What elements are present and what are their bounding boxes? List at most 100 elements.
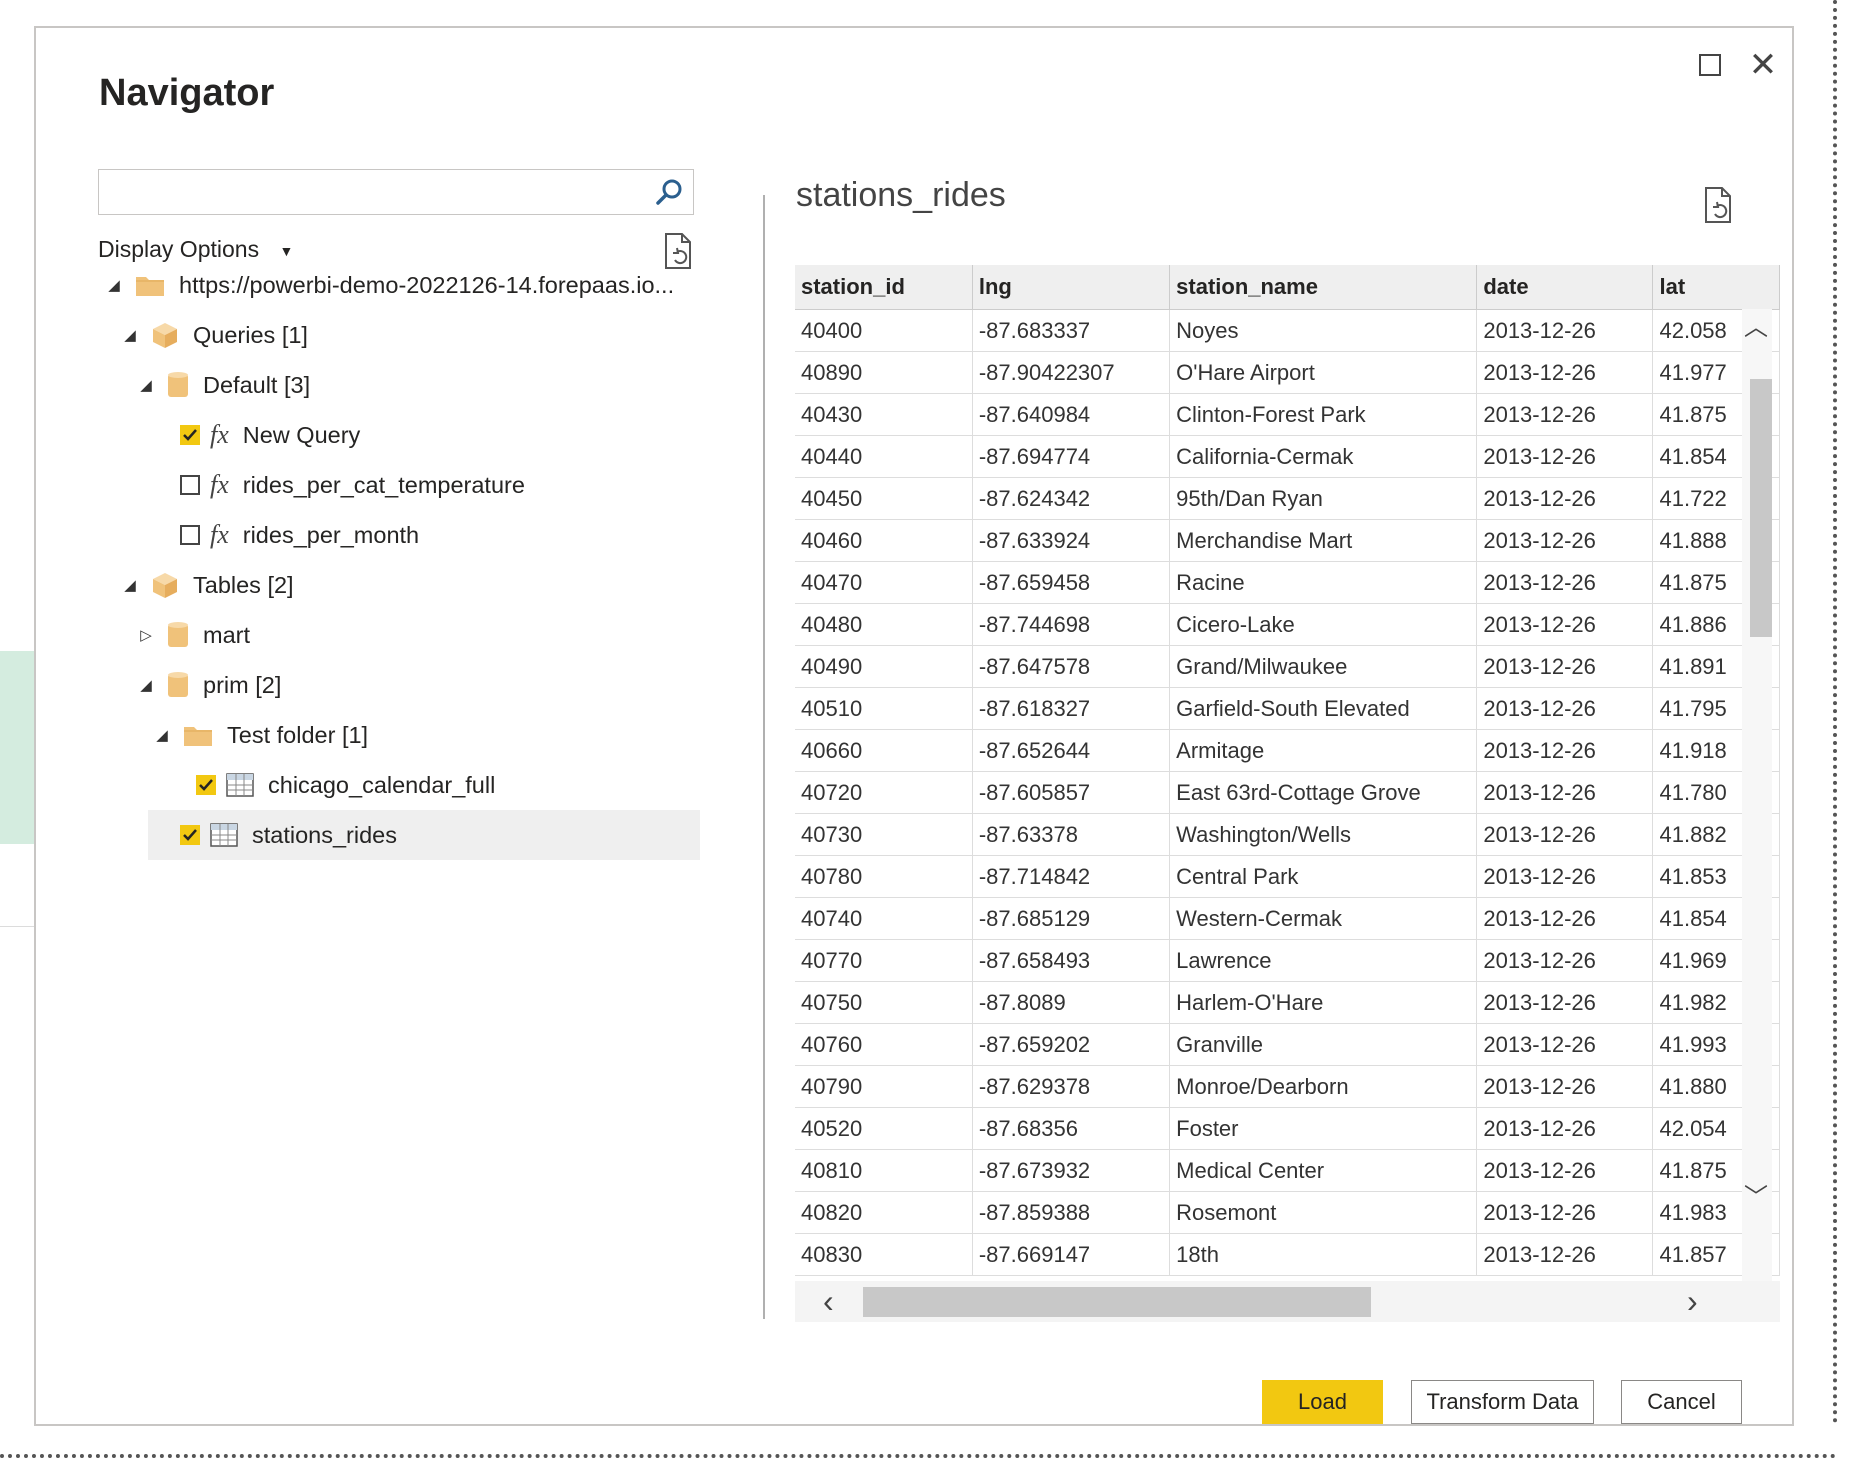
function-icon: fx [210,420,229,449]
preview-table: station_id lng station_name date lat 40400 -8… [795,265,1780,1322]
table-row: 40820 -87.859388 Rosemont 2013-12-26 41.983 [795,1191,1780,1234]
table-cell: 40750 [795,981,973,1024]
collapse-icon[interactable]: ◢ [135,676,157,694]
table-cell: Foster [1169,1107,1478,1150]
tree-item-default[interactable]: ◢ Default [3] [135,360,695,410]
table-cell: Western-Cermak [1169,897,1478,940]
table-cell: 2013-12-26 [1476,393,1654,436]
scroll-left-icon[interactable]: ‹ [823,1283,834,1320]
column-header[interactable]: station_name [1169,265,1478,310]
table-row: 40770 -87.658493 Lawrence 2013-12-26 41.969 [795,939,1780,982]
expand-icon[interactable]: ▷ [135,626,157,644]
search-input[interactable] [107,170,651,214]
table-cell: O'Hare Airport [1169,351,1478,394]
horizontal-scroll-thumb[interactable] [863,1287,1371,1317]
scroll-down-icon[interactable]: ﹀ [1744,1177,1768,1212]
table-cell: Noyes [1169,309,1478,352]
table-cell: -87.68356 [972,1107,1171,1150]
column-header[interactable]: station_id [795,265,973,310]
preview-refresh-icon[interactable] [1703,186,1735,224]
collapse-icon[interactable]: ◢ [103,276,125,294]
table-cell: Cicero-Lake [1169,603,1478,646]
folder-icon [183,723,213,747]
checkbox[interactable] [196,775,216,795]
table-cell: -87.90422307 [972,351,1171,394]
cancel-button[interactable]: Cancel [1621,1380,1742,1424]
table-cell: -87.659202 [972,1023,1171,1066]
tree-item-rides-per-cat-temperature[interactable]: fx rides_per_cat_temperature [180,460,700,510]
tree-label: Queries [1] [193,321,308,348]
background-divider [0,926,34,927]
column-header[interactable]: lng [972,265,1171,310]
checkbox[interactable] [180,525,200,545]
background-app-panel [0,651,34,844]
transform-data-button[interactable]: Transform Data [1411,1380,1594,1424]
close-button[interactable]: ✕ [1740,42,1786,88]
table-cell: -87.673932 [972,1149,1171,1192]
database-icon [167,371,189,399]
table-cell: Rosemont [1169,1191,1478,1234]
tree-item-test-folder[interactable]: ◢ Test folder [1] [151,710,699,760]
table-row: 40460 -87.633924 Merchandise Mart 2013-12-2… [795,519,1780,562]
tree-label: stations_rides [252,821,397,848]
panel-splitter[interactable] [763,195,765,1319]
tree-item-queries[interactable]: ◢ Queries [1] [119,310,699,360]
search-icon[interactable] [653,176,685,208]
tree-item-chicago-calendar-full[interactable]: chicago_calendar_full [196,760,700,810]
vertical-scrollbar[interactable]: ︿ ﹀ [1742,309,1772,1286]
table-cell: 2013-12-26 [1476,1107,1654,1150]
vertical-scroll-thumb[interactable] [1750,379,1772,637]
table-cell: Central Park [1169,855,1478,898]
table-cell: 40730 [795,813,973,856]
table-icon [226,773,254,797]
scroll-right-icon[interactable]: › [1687,1283,1698,1320]
tree-item-stations-rides[interactable]: stations_rides [148,810,700,860]
collapse-icon[interactable]: ◢ [151,726,173,744]
collapse-icon[interactable]: ◢ [119,576,141,594]
checkbox[interactable] [180,475,200,495]
tree-label: rides_per_cat_temperature [242,471,525,498]
table-cell: -87.659458 [972,561,1171,604]
table-cell: 2013-12-26 [1476,897,1654,940]
tree-item-source[interactable]: ◢ https://powerbi-demo-2022126-14.forepa… [103,260,723,310]
column-header[interactable]: lat [1652,265,1780,310]
load-button[interactable]: Load [1262,1380,1383,1424]
collapse-icon[interactable]: ◢ [119,326,141,344]
table-cell: -87.618327 [972,687,1171,730]
table-cell: -87.859388 [972,1191,1171,1234]
display-options-dropdown[interactable]: Display Options ▼ [98,236,293,263]
cube-icon [151,571,179,599]
table-cell: -87.669147 [972,1233,1171,1276]
table-cell: Garfield-South Elevated [1169,687,1478,730]
table-cell: -87.8089 [972,981,1171,1024]
scroll-up-icon[interactable]: ︿ [1744,307,1768,342]
table-row: 40780 -87.714842 Central Park 2013-12-26 41.… [795,855,1780,898]
column-header[interactable]: date [1476,265,1654,310]
table-cell: -87.633924 [972,519,1171,562]
tree-item-tables[interactable]: ◢ Tables [2] [119,560,699,610]
database-icon [167,621,189,649]
tree-label: Tables [2] [193,571,294,598]
table-cell: 40720 [795,771,973,814]
table-cell: 40890 [795,351,973,394]
tree-item-prim[interactable]: ◢ prim [2] [135,660,695,710]
tree-label: Default [3] [203,371,311,398]
horizontal-scrollbar[interactable]: ‹ › [795,1281,1780,1322]
table-cell: 40510 [795,687,973,730]
table-row: 40720 -87.605857 East 63rd-Cottage Grove 20… [795,771,1780,814]
table-cell: 40780 [795,855,973,898]
checkbox[interactable] [180,825,200,845]
table-cell: Grand/Milwaukee [1169,645,1478,688]
maximize-button[interactable] [1687,42,1733,88]
table-cell: Clinton-Forest Park [1169,393,1478,436]
checkbox[interactable] [180,425,200,445]
tree-item-new-query[interactable]: fx New Query [180,410,700,460]
tree-item-rides-per-month[interactable]: fx rides_per_month [180,510,700,560]
navigator-dialog: Navigator ✕ Display Options ▼ ◢ https://… [34,26,1794,1426]
caret-down-icon: ▼ [279,242,294,259]
tree-item-mart[interactable]: ▷ mart [135,610,695,660]
table-cell: 40760 [795,1023,973,1066]
table-row: 40440 -87.694774 California-Cermak 2013-12-… [795,435,1780,478]
table-cell: 2013-12-26 [1476,813,1654,856]
collapse-icon[interactable]: ◢ [135,376,157,394]
